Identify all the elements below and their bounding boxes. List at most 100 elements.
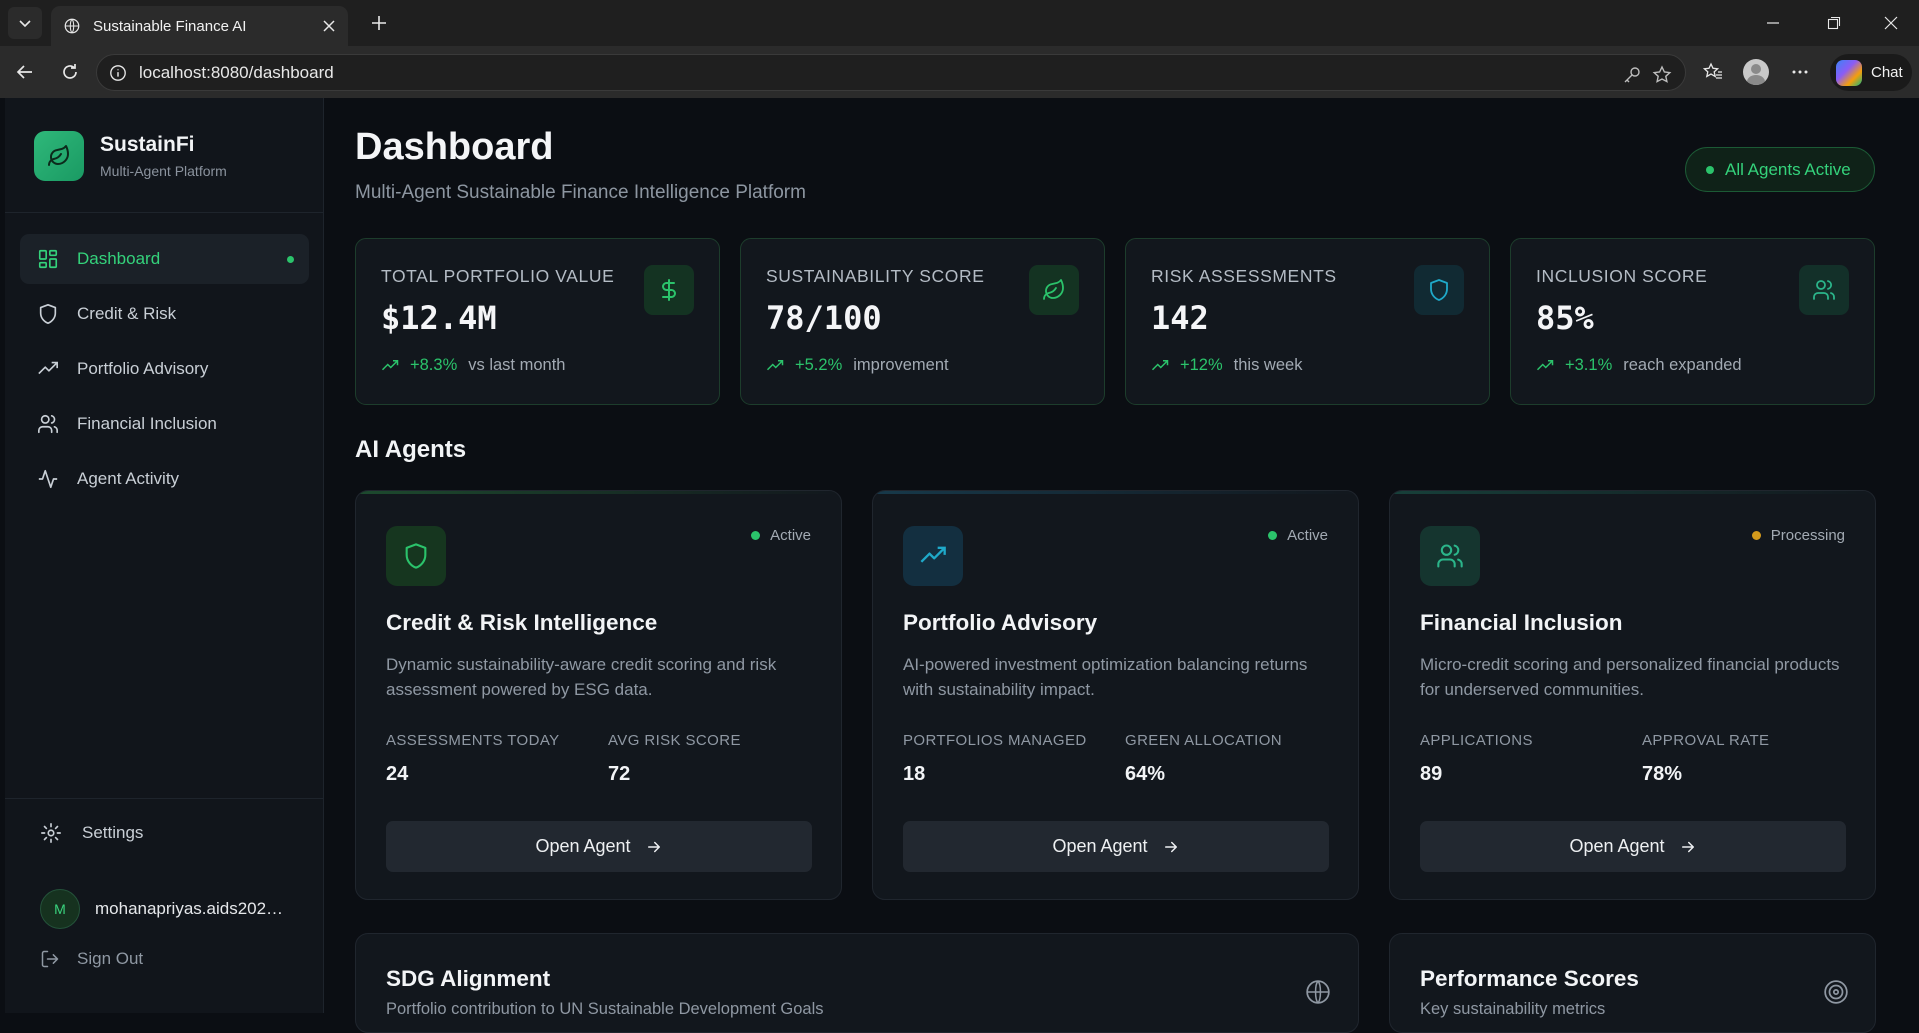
open-agent-button[interactable]: Open Agent <box>386 821 812 872</box>
log-out-icon <box>41 950 59 968</box>
globe-icon <box>64 18 80 34</box>
agent-card-financial-inclusion: Processing Financial Inclusion Micro-cre… <box>1389 490 1876 900</box>
globe-icon <box>1306 980 1330 1004</box>
agent-status-text: Processing <box>1770 527 1845 544</box>
agent-status: Active <box>1268 527 1328 544</box>
open-agent-label: Open Agent <box>1569 836 1665 856</box>
stat-change: +5.2% <box>795 356 843 374</box>
settings-label: Settings <box>82 823 144 842</box>
minimize-button[interactable] <box>1750 0 1796 46</box>
sidebar-item-portfolio-advisory[interactable]: Portfolio Advisory <box>20 344 309 394</box>
users-icon <box>1420 526 1480 586</box>
stat-label: INCLUSION SCORE <box>1536 266 1708 286</box>
metric-value: 18 <box>903 763 926 785</box>
agent-description: Micro-credit scoring and personalized fi… <box>1420 655 1840 699</box>
status-dot <box>751 531 761 540</box>
new-tab-button[interactable] <box>364 9 394 37</box>
sidebar-item-label: Agent Activity <box>77 469 180 488</box>
reload-icon <box>63 64 77 79</box>
status-text: All Agents Active <box>1725 159 1851 179</box>
shield-icon <box>1414 265 1464 315</box>
card-subtitle: Key sustainability metrics <box>1420 1000 1606 1018</box>
open-agent-label: Open Agent <box>535 836 631 856</box>
target-icon <box>1824 980 1848 1004</box>
agent-metric: PORTFOLIOS MANAGED 18 <box>903 732 1087 786</box>
sidebar: SustainFi Multi-Agent Platform Dashboard… <box>5 98 324 1013</box>
dollar-icon <box>644 265 694 315</box>
sidebar-item-credit-risk[interactable]: Credit & Risk <box>20 289 309 339</box>
sidebar-item-financial-inclusion[interactable]: Financial Inclusion <box>20 399 309 449</box>
stat-change: +8.3% <box>410 356 458 374</box>
reload-button[interactable] <box>55 57 85 87</box>
users-icon <box>1799 265 1849 315</box>
arrow-left-icon <box>16 65 32 79</box>
stat-trend: +5.2% improvement <box>766 356 949 375</box>
close-window-button[interactable] <box>1868 0 1914 46</box>
status-dot <box>1268 531 1278 540</box>
favorites-icon[interactable] <box>1698 57 1728 87</box>
copilot-icon <box>1836 59 1862 86</box>
metric-label: ASSESSMENTS TODAY <box>386 732 560 749</box>
metric-value: 78% <box>1642 763 1683 785</box>
copilot-chat-button[interactable]: Chat <box>1830 54 1912 91</box>
trending-up-icon <box>903 526 963 586</box>
agent-status: Active <box>751 527 811 544</box>
active-indicator <box>287 256 294 263</box>
settings-button[interactable]: Settings <box>40 822 143 844</box>
plus-icon <box>372 16 386 30</box>
stat-note: improvement <box>853 356 949 374</box>
stat-card-inclusion-score: INCLUSION SCORE 85% +3.1% reach expanded <box>1510 238 1875 405</box>
sidebar-item-label: Financial Inclusion <box>77 414 217 433</box>
more-horizontal-icon <box>1792 70 1808 74</box>
card-title: Performance Scores <box>1420 966 1639 991</box>
star-icon[interactable] <box>1650 63 1674 87</box>
more-menu-button[interactable] <box>1785 57 1815 87</box>
agent-status-text: Active <box>1287 527 1328 544</box>
chevron-down-icon <box>19 20 31 28</box>
agent-description: AI-powered investment optimization balan… <box>903 655 1308 699</box>
stat-label: SUSTAINABILITY SCORE <box>766 266 985 286</box>
users-icon <box>38 414 58 434</box>
stat-label: RISK ASSESSMENTS <box>1151 266 1337 286</box>
sidebar-item-label: Dashboard <box>77 249 161 268</box>
open-agent-label: Open Agent <box>1052 836 1148 856</box>
open-agent-button[interactable]: Open Agent <box>1420 821 1846 872</box>
metric-value: 64% <box>1125 763 1166 785</box>
avatar: M <box>40 889 80 929</box>
agent-metric: AVG RISK SCORE 72 <box>608 732 741 786</box>
status-badge: All Agents Active <box>1685 147 1875 192</box>
card-title: SDG Alignment <box>386 966 551 991</box>
chat-label: Chat <box>1871 64 1903 81</box>
page-subtitle: Multi-Agent Sustainable Finance Intellig… <box>355 182 806 203</box>
url-field[interactable]: localhost:8080/dashboard <box>96 54 1686 91</box>
restore-button[interactable] <box>1811 0 1857 46</box>
stat-change: +3.1% <box>1565 356 1613 374</box>
sidebar-item-dashboard[interactable]: Dashboard <box>20 234 309 284</box>
back-button[interactable] <box>10 57 40 87</box>
section-title-ai-agents: AI Agents <box>355 436 467 463</box>
trending-up-icon <box>381 359 399 370</box>
status-dot <box>1706 165 1714 174</box>
sidebar-item-label: Credit & Risk <box>77 304 177 323</box>
stat-label: TOTAL PORTFOLIO VALUE <box>381 266 615 286</box>
user-profile[interactable]: M mohanapriyas.aids202… <box>40 889 295 929</box>
stat-trend: +3.1% reach expanded <box>1536 356 1742 375</box>
stat-value: 85% <box>1536 299 1594 337</box>
profile-button[interactable] <box>1741 57 1771 87</box>
metric-value: 89 <box>1420 763 1443 785</box>
brand-name: SustainFi <box>100 133 195 156</box>
sidebar-item-agent-activity[interactable]: Agent Activity <box>20 454 309 504</box>
tab-list-button[interactable] <box>8 7 42 39</box>
leaf-logo-icon <box>34 131 84 181</box>
stat-trend: +12% this week <box>1151 356 1302 375</box>
close-tab-icon[interactable] <box>322 19 336 33</box>
stat-card-risk-assessments: RISK ASSESSMENTS 142 +12% this week <box>1125 238 1490 405</box>
info-icon[interactable] <box>109 64 127 82</box>
open-agent-button[interactable]: Open Agent <box>903 821 1329 872</box>
brand[interactable]: SustainFi Multi-Agent Platform <box>34 131 227 181</box>
agent-status-text: Active <box>770 527 811 544</box>
browser-tab[interactable]: Sustainable Finance AI <box>51 6 348 46</box>
key-icon[interactable] <box>1620 63 1644 87</box>
agent-title: Financial Inclusion <box>1420 610 1623 635</box>
sign-out-button[interactable]: Sign Out <box>40 949 143 969</box>
